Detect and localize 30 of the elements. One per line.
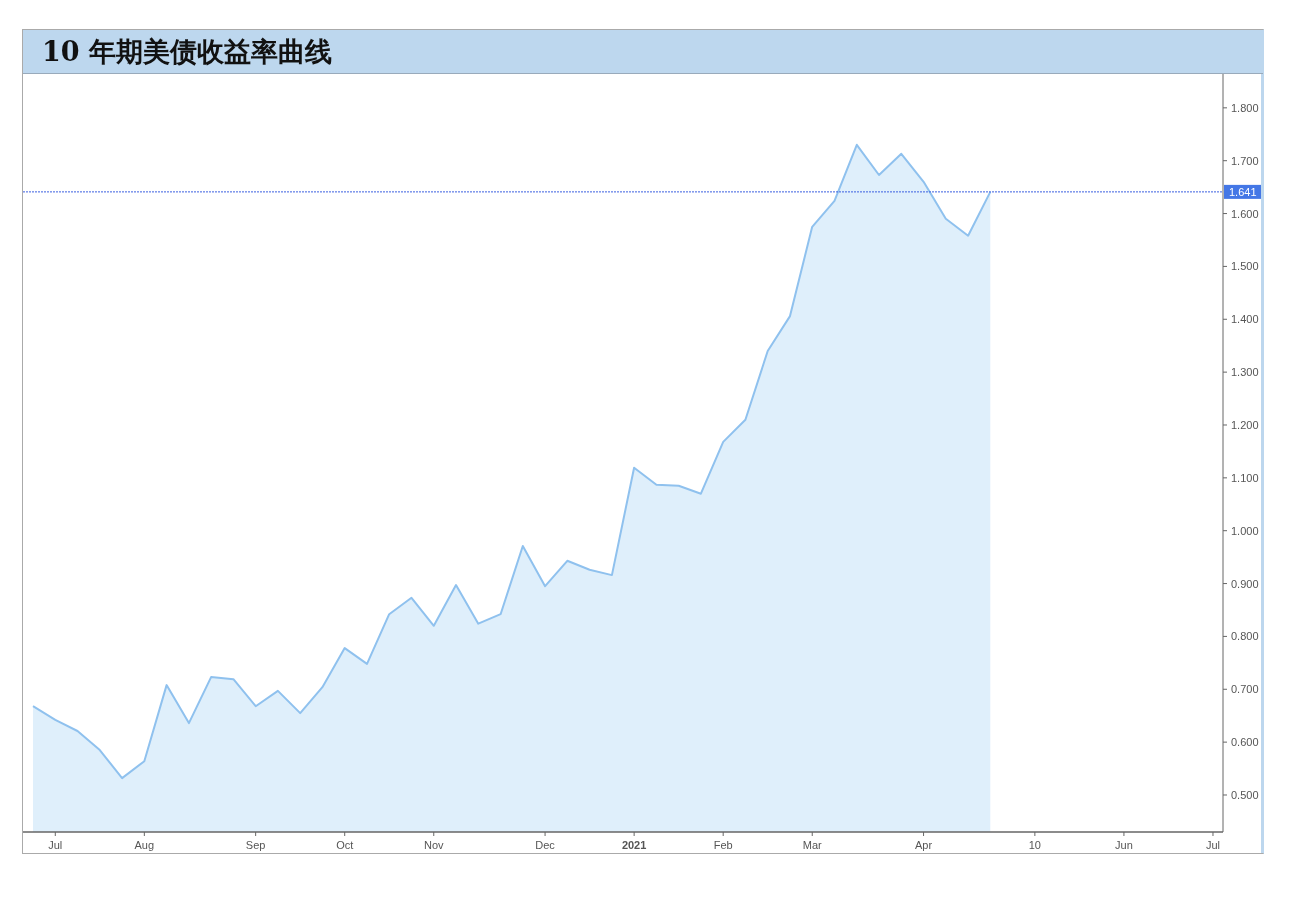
x-tick-label: Jun	[1115, 839, 1133, 851]
x-tick-label: Jul	[48, 839, 63, 851]
y-tick-label: 0.700	[1231, 683, 1259, 696]
y-tick-label: 1.100	[1231, 471, 1259, 484]
x-tick-label: 2021	[621, 839, 647, 851]
y-tick-label: 1.700	[1231, 154, 1259, 167]
y-tick-label: 1.000	[1231, 524, 1259, 537]
y-tick-label: 0.600	[1231, 736, 1259, 749]
x-tick-label: 10	[1028, 839, 1041, 851]
x-tick-label: Dec	[535, 839, 555, 851]
y-tick-label: 0.800	[1231, 630, 1259, 643]
x-tick-label: Feb	[713, 839, 733, 851]
chart-title: 10 年期美债收益率曲线	[42, 34, 332, 69]
y-tick-label: 1.300	[1231, 366, 1259, 379]
y-tick-label: 1.400	[1231, 313, 1259, 326]
y-tick-label: 1.200	[1231, 419, 1259, 431]
y-tick-label: 1.800	[1231, 101, 1259, 114]
x-tick-label: Oct	[336, 839, 354, 851]
x-tick-label: Mar	[802, 839, 822, 851]
y-tick-label: 1.500	[1231, 260, 1259, 273]
x-tick-label: Jul	[1205, 839, 1220, 851]
x-tick-label: Nov	[424, 839, 444, 851]
x-tick-label: Sep	[245, 839, 266, 851]
current-value-badge: 1.641	[1224, 184, 1261, 199]
x-tick-label: Apr	[915, 839, 933, 851]
y-tick-label: 0.900	[1231, 577, 1259, 590]
y-tick-label: 0.500	[1231, 789, 1259, 801]
ref-line-label: 1.641	[1229, 185, 1257, 198]
y-tick-label: 1.600	[1231, 207, 1259, 220]
x-tick-label: Aug	[134, 839, 155, 851]
